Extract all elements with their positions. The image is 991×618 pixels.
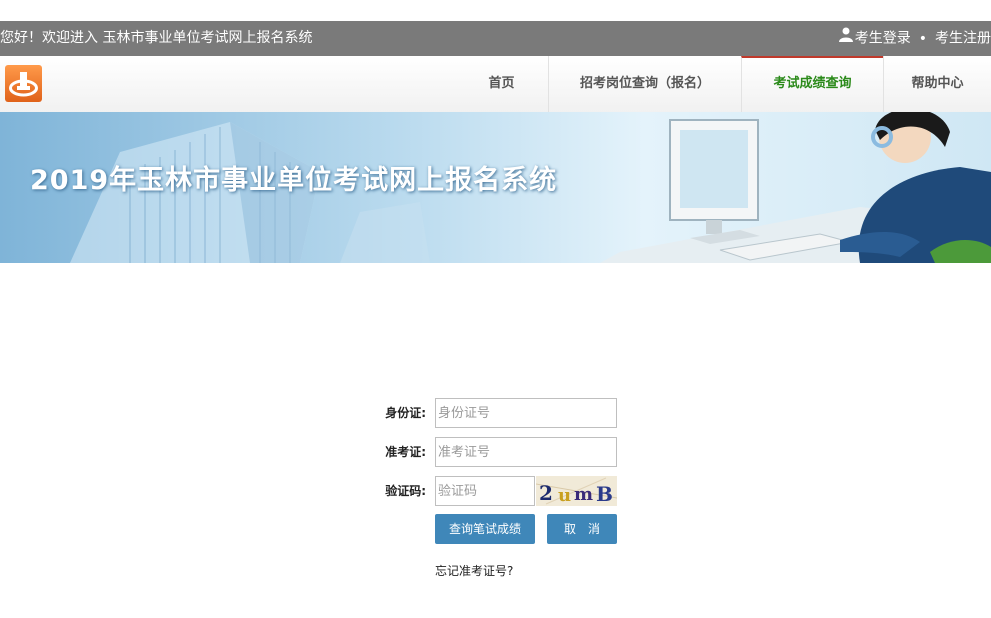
- login-link[interactable]: 考生登录: [855, 31, 911, 47]
- register-link[interactable]: 考生注册: [935, 31, 991, 47]
- nav-home[interactable]: 首页: [455, 56, 548, 112]
- query-score-button[interactable]: 查询笔试成绩: [435, 514, 535, 544]
- nav-job-search[interactable]: 招考岗位查询（报名）: [548, 56, 741, 112]
- ticket-row: 准考证:: [370, 437, 630, 467]
- captcha-row: 验证码: 2 u m B: [370, 476, 630, 506]
- captcha-label: 验证码:: [385, 484, 426, 498]
- id-label: 身份证:: [385, 406, 426, 420]
- site-logo[interactable]: [5, 65, 42, 102]
- id-number-input[interactable]: [435, 398, 617, 428]
- captcha-char-4: B: [596, 482, 613, 506]
- captcha-image[interactable]: 2 u m B: [535, 476, 618, 506]
- account-links: 考生登录 • 考生注册: [838, 21, 991, 57]
- user-icon: [838, 21, 853, 56]
- captcha-char-1: 2: [539, 481, 553, 505]
- forgot-ticket-link[interactable]: 忘记准考证号?: [435, 562, 513, 579]
- id-row: 身份证:: [370, 398, 630, 428]
- ticket-label: 准考证:: [385, 445, 426, 459]
- button-row: 查询笔试成绩 取 消: [370, 514, 630, 544]
- logo-icon: [9, 72, 38, 97]
- captcha-input[interactable]: [435, 476, 535, 506]
- top-bar: 您好！欢迎进入 玉林市事业单位考试网上报名系统 考生登录 • 考生注册: [0, 21, 991, 56]
- banner-title: 2019年玉林市事业单位考试网上报名系统: [30, 165, 558, 196]
- captcha-char-3: m: [574, 484, 593, 505]
- main-nav: 首页 招考岗位查询（报名） 考试成绩查询 帮助中心: [455, 56, 991, 112]
- nav-help[interactable]: 帮助中心: [883, 56, 991, 112]
- separator: •: [918, 30, 927, 47]
- nav-bar: 首页 招考岗位查询（报名） 考试成绩查询 帮助中心: [0, 56, 991, 113]
- ticket-number-input[interactable]: [435, 437, 617, 467]
- nav-score-query[interactable]: 考试成绩查询: [741, 56, 883, 112]
- captcha-char-2: u: [558, 485, 571, 506]
- cancel-button[interactable]: 取 消: [547, 514, 617, 544]
- welcome-text: 您好！欢迎进入 玉林市事业单位考试网上报名系统: [0, 30, 313, 46]
- banner: 2019年玉林市事业单位考试网上报名系统: [0, 112, 991, 263]
